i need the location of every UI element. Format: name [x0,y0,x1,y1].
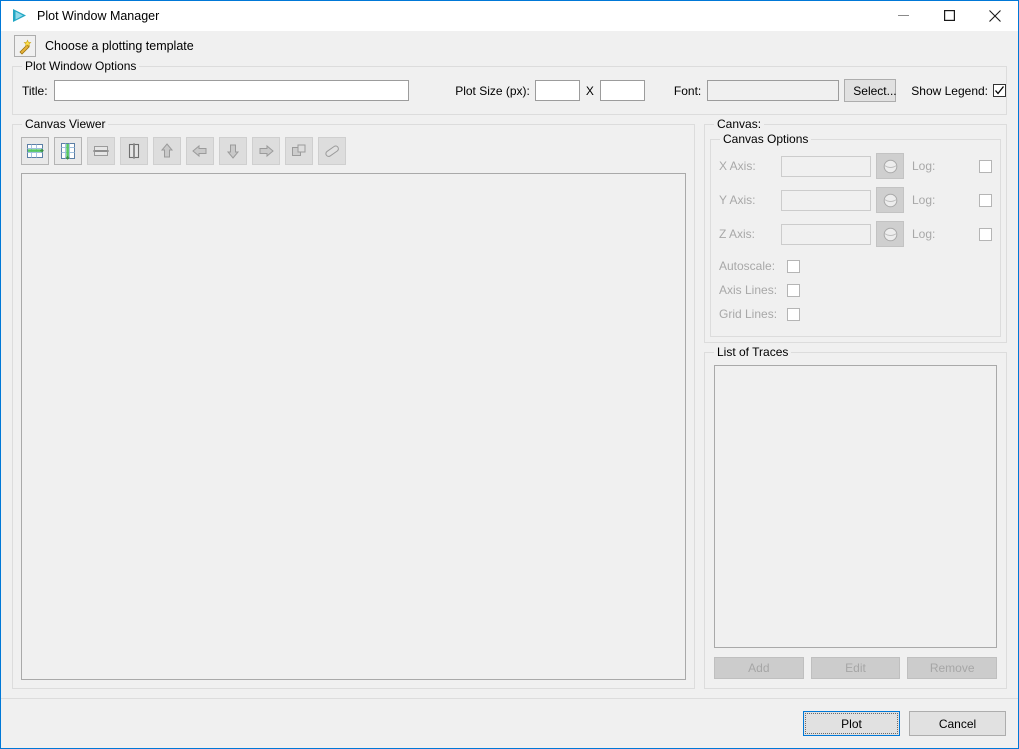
cancel-button[interactable]: Cancel [909,711,1006,736]
font-label: Font: [674,84,701,98]
list-of-traces-title: List of Traces [714,345,791,359]
traces-list[interactable] [714,365,997,648]
main-content: Canvas Viewer [12,124,1007,689]
window-title: Plot Window Manager [37,9,159,23]
plotting-template-bar: Choose a plotting template [1,31,1018,61]
canvas-group: Canvas: Canvas Options X Axis: [704,124,1007,343]
plot-window-options-group: Plot Window Options Title: Plot Size (px… [12,66,1007,115]
show-legend-checkbox[interactable] [993,84,1006,97]
z-axis-log-wrap: Log: [912,227,992,241]
play-triangle-icon [5,2,33,30]
maximize-button[interactable] [926,1,972,31]
plot-size-width-input[interactable] [535,80,580,101]
arrow-right-icon[interactable] [252,137,280,165]
arrow-down-icon[interactable] [219,137,247,165]
plotting-template-label: Choose a plotting template [45,39,194,53]
dialog-footer: Plot Cancel [1,698,1018,748]
plot-window-manager-dialog: Plot Window Manager Choose a plotting te… [0,0,1019,749]
y-axis-label: Y Axis: [719,193,781,207]
plot-size-label: Plot Size (px): [455,84,530,98]
x-axis-row: X Axis: Log: [719,152,992,180]
plot-button[interactable]: Plot [803,711,900,736]
canvas-group-title: Canvas: [714,117,764,131]
grid-lines-label: Grid Lines: [719,307,781,321]
z-axis-row: Z Axis: Log: [719,220,992,248]
autoscale-label: Autoscale: [719,259,781,273]
canvas-viewer-title: Canvas Viewer [22,117,108,131]
z-axis-label: Z Axis: [719,227,781,241]
canvas-drawing-surface[interactable] [21,173,686,680]
z-axis-log-label: Log: [912,227,974,241]
canvas-viewer-group: Canvas Viewer [12,124,695,689]
edit-trace-button[interactable]: Edit [811,657,901,679]
list-of-traces-group: List of Traces Add Edit Remove [704,352,1007,689]
close-button[interactable] [972,1,1018,31]
arrow-left-icon[interactable] [186,137,214,165]
plot-window-options-title: Plot Window Options [22,59,139,73]
z-axis-input[interactable] [781,224,871,245]
traces-buttons: Add Edit Remove [714,657,997,679]
autoscale-checkbox[interactable] [787,260,800,273]
title-bar: Plot Window Manager [1,1,1018,31]
y-axis-log-wrap: Log: [912,193,992,207]
window-controls [880,1,1018,31]
magic-wand-icon[interactable] [14,35,36,57]
right-panel: Canvas: Canvas Options X Axis: [704,124,1007,689]
merge-cells-icon[interactable] [285,137,313,165]
y-axis-log-label: Log: [912,193,974,207]
y-axis-sphere-icon[interactable] [876,187,904,213]
y-axis-input[interactable] [781,190,871,211]
axis-lines-checkbox[interactable] [787,284,800,297]
x-axis-label: X Axis: [719,159,781,173]
plot-size-separator: X [586,84,594,98]
axis-lines-row: Axis Lines: [719,278,992,302]
minimize-button[interactable] [880,1,926,31]
insert-column-icon[interactable] [54,137,82,165]
show-legend-label: Show Legend: [911,84,988,98]
font-input[interactable] [707,80,839,101]
remove-trace-button[interactable]: Remove [907,657,997,679]
eraser-icon[interactable] [318,137,346,165]
z-axis-sphere-icon[interactable] [876,221,904,247]
font-select-button[interactable]: Select... [844,79,896,102]
axis-lines-label: Axis Lines: [719,283,781,297]
autoscale-row: Autoscale: [719,254,992,278]
plot-button-label: Plot [841,717,862,731]
grid-lines-checkbox[interactable] [787,308,800,321]
title-label: Title: [22,84,48,98]
plot-size-height-input[interactable] [600,80,645,101]
grid-lines-row: Grid Lines: [719,302,992,326]
arrow-up-icon[interactable] [153,137,181,165]
title-input[interactable] [54,80,410,101]
canvas-options-group: Canvas Options X Axis: Log: [710,139,1001,337]
x-axis-log-checkbox[interactable] [979,160,992,173]
add-trace-button[interactable]: Add [714,657,804,679]
remove-column-icon[interactable] [120,137,148,165]
canvas-options-title: Canvas Options [720,132,811,146]
x-axis-sphere-icon[interactable] [876,153,904,179]
insert-row-icon[interactable] [21,137,49,165]
x-axis-input[interactable] [781,156,871,177]
z-axis-log-checkbox[interactable] [979,228,992,241]
x-axis-log-wrap: Log: [912,159,992,173]
checkmark-icon [994,85,1005,96]
y-axis-log-checkbox[interactable] [979,194,992,207]
remove-row-icon[interactable] [87,137,115,165]
x-axis-log-label: Log: [912,159,974,173]
y-axis-row: Y Axis: Log: [719,186,992,214]
canvas-viewer-toolbar [18,135,689,165]
